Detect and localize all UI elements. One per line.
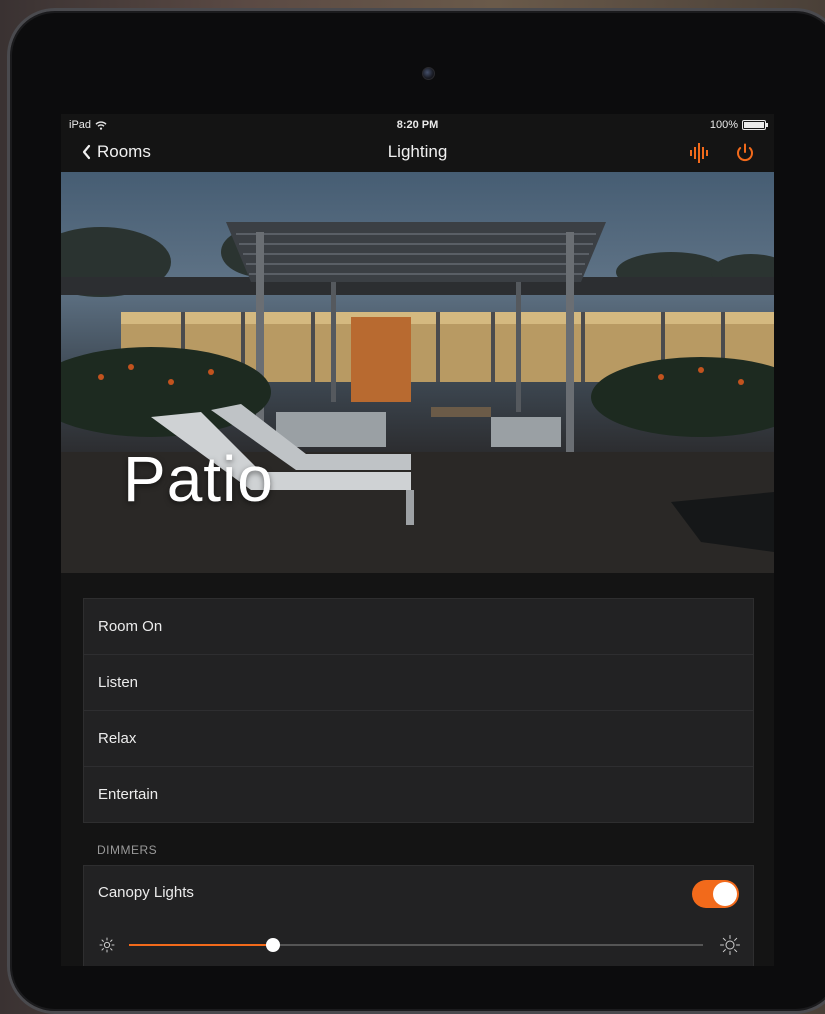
sun-large-icon xyxy=(720,935,740,955)
scene-relax[interactable]: Relax xyxy=(84,711,753,767)
room-hero-image: Patio xyxy=(61,172,774,573)
power-icon[interactable] xyxy=(734,142,756,164)
scene-room-on[interactable]: Room On xyxy=(84,599,753,655)
dimmer-label: Canopy Lights xyxy=(98,884,194,901)
slider-fill xyxy=(129,944,273,946)
status-right: 100% xyxy=(709,119,768,131)
dimmers-section-header: DIMMERS xyxy=(97,843,158,857)
scene-entertain[interactable]: Entertain xyxy=(84,767,753,822)
battery-percent: 100% xyxy=(709,119,738,131)
dimmer-power-toggle[interactable] xyxy=(692,880,739,908)
page-title: Lighting xyxy=(387,142,448,161)
app-screen: iPad 8:20 PM 100% Rooms Lighting Patio R… xyxy=(61,114,774,966)
scene-list: Room On Listen Relax Entertain xyxy=(83,598,754,823)
sun-small-icon xyxy=(99,937,115,953)
battery-icon xyxy=(742,120,768,130)
status-time: 8:20 PM xyxy=(396,119,439,131)
back-button[interactable]: Rooms xyxy=(81,142,151,162)
dimmer-slider[interactable] xyxy=(84,930,753,960)
front-camera xyxy=(422,67,435,80)
slider-thumb[interactable] xyxy=(265,938,280,952)
scene-listen[interactable]: Listen xyxy=(84,655,753,711)
chevron-left-icon xyxy=(82,144,91,160)
status-bar: iPad 8:20 PM 100% xyxy=(61,114,774,136)
slider-track xyxy=(129,938,703,952)
toggle-knob xyxy=(713,882,737,906)
audio-bars-icon[interactable] xyxy=(688,142,710,164)
room-name: Patio xyxy=(123,443,274,515)
nav-bar: Rooms Lighting xyxy=(61,136,774,172)
dimmer-canopy-lights: Canopy Lights xyxy=(83,865,754,966)
back-label: Rooms xyxy=(97,142,151,161)
